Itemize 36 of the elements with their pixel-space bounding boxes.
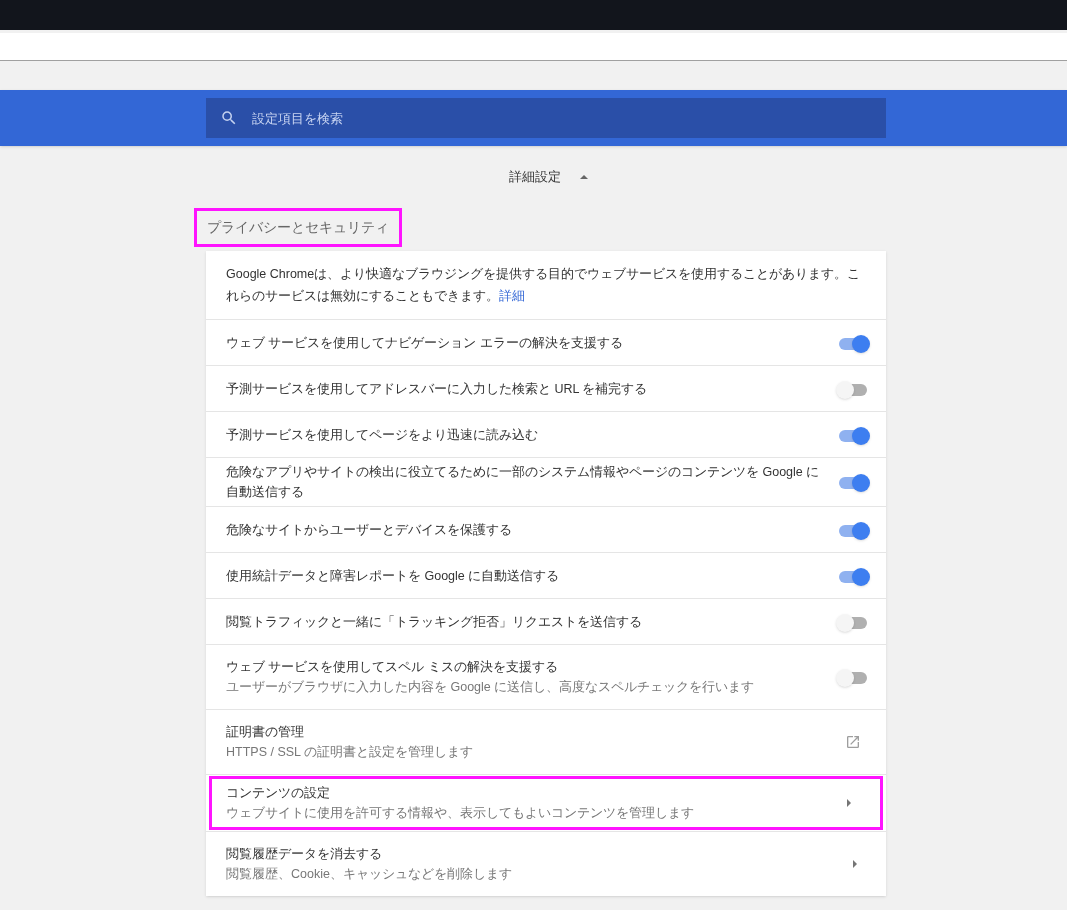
setting-row[interactable]: 予測サービスを使用してページをより迅速に読み込む bbox=[206, 412, 886, 457]
caret-icon[interactable] bbox=[578, 174, 589, 180]
setting-row[interactable]: 危険なアプリやサイトの検出に役立てるために一部のシステム情報やページのコンテンツを Google に自動送信する bbox=[206, 458, 886, 506]
setting-label: 予測サービスを使用してアドレスバーに入力した検索と URL を補完する bbox=[226, 380, 649, 398]
setting-row[interactable]: 使用統計データと障害レポートを Google に自動送信する bbox=[206, 553, 886, 598]
setting-row[interactable]: 閲覧履歴データを消去する 閲覧履歴、Cookie、キャッシュなどを削除します bbox=[206, 832, 886, 896]
setting-row[interactable]: 閲覧トラフィックと一緒に「トラッキング拒否」リクエストを送信する bbox=[206, 599, 886, 644]
setting-row[interactable]: ウェブ サービスを使用してナビゲーション エラーの解決を支援する bbox=[206, 320, 886, 365]
setting-description: 閲覧履歴、Cookie、キャッシュなどを削除します bbox=[226, 866, 513, 883]
arrow-right-icon[interactable] bbox=[852, 859, 858, 869]
search-field[interactable]: 設定項目を検索 bbox=[206, 98, 886, 138]
intro-text: Google Chromeは、より快適なブラウジングを提供する目的でウェブサービスを使用することがあります。これらのサービスは無効にすることもできます。詳細 bbox=[206, 251, 886, 320]
setting-row[interactable]: コンテンツの設定 ウェブサイトに使用を許可する情報や、表示してもよいコンテンツを管理します bbox=[209, 776, 883, 830]
arrow-right-icon[interactable] bbox=[846, 798, 852, 808]
setting-label: ウェブ サービスを使用してナビゲーション エラーの解決を支援する bbox=[226, 334, 624, 352]
section-title: プライバシーとセキュリティ bbox=[194, 208, 402, 247]
external-link-icon[interactable] bbox=[845, 734, 861, 750]
setting-row[interactable]: 予測サービスを使用してアドレスバーに入力した検索と URL を補完する bbox=[206, 366, 886, 411]
setting-row[interactable]: 証明書の管理 HTTPS / SSL の証明書と設定を管理します bbox=[206, 710, 886, 774]
setting-description: HTTPS / SSL の証明書と設定を管理します bbox=[226, 744, 475, 761]
details-link[interactable]: 詳細 bbox=[499, 289, 525, 303]
advanced-settings-label[interactable]: 詳細設定 bbox=[508, 167, 561, 187]
setting-label: 証明書の管理 bbox=[226, 724, 305, 741]
setting-description: ユーザーがブラウザに入力した内容を Google に送信し、高度なスペルチェックを行います bbox=[226, 679, 756, 696]
setting-label: 予測サービスを使用してページをより迅速に読み込む bbox=[226, 426, 539, 444]
setting-description: ウェブサイトに使用を許可する情報や、表示してもよいコンテンツを管理します bbox=[226, 805, 695, 822]
setting-row[interactable]: ウェブ サービスを使用してスペル ミスの解決を支援する ユーザーがブラウザに入力した内容を Google に送信し、高度なスペルチェックを行います bbox=[206, 645, 886, 709]
setting-label: 危険なサイトからユーザーとデバイスを保護する bbox=[226, 521, 513, 539]
setting-row[interactable]: 危険なサイトからユーザーとデバイスを保護する bbox=[206, 507, 886, 552]
setting-label: 危険なアプリやサイトの検出に役立てるために一部のシステム情報やページのコンテンツを Google に自動送信する bbox=[226, 464, 820, 501]
search-icon bbox=[220, 109, 238, 127]
setting-label: 使用統計データと障害レポートを Google に自動送信する bbox=[226, 567, 561, 585]
setting-label: ウェブ サービスを使用してスペル ミスの解決を支援する bbox=[226, 659, 559, 676]
setting-label: コンテンツの設定 bbox=[226, 785, 331, 802]
setting-label: 閲覧トラフィックと一緒に「トラッキング拒否」リクエストを送信する bbox=[226, 613, 643, 631]
setting-label: 閲覧履歴データを消去する bbox=[226, 846, 383, 863]
